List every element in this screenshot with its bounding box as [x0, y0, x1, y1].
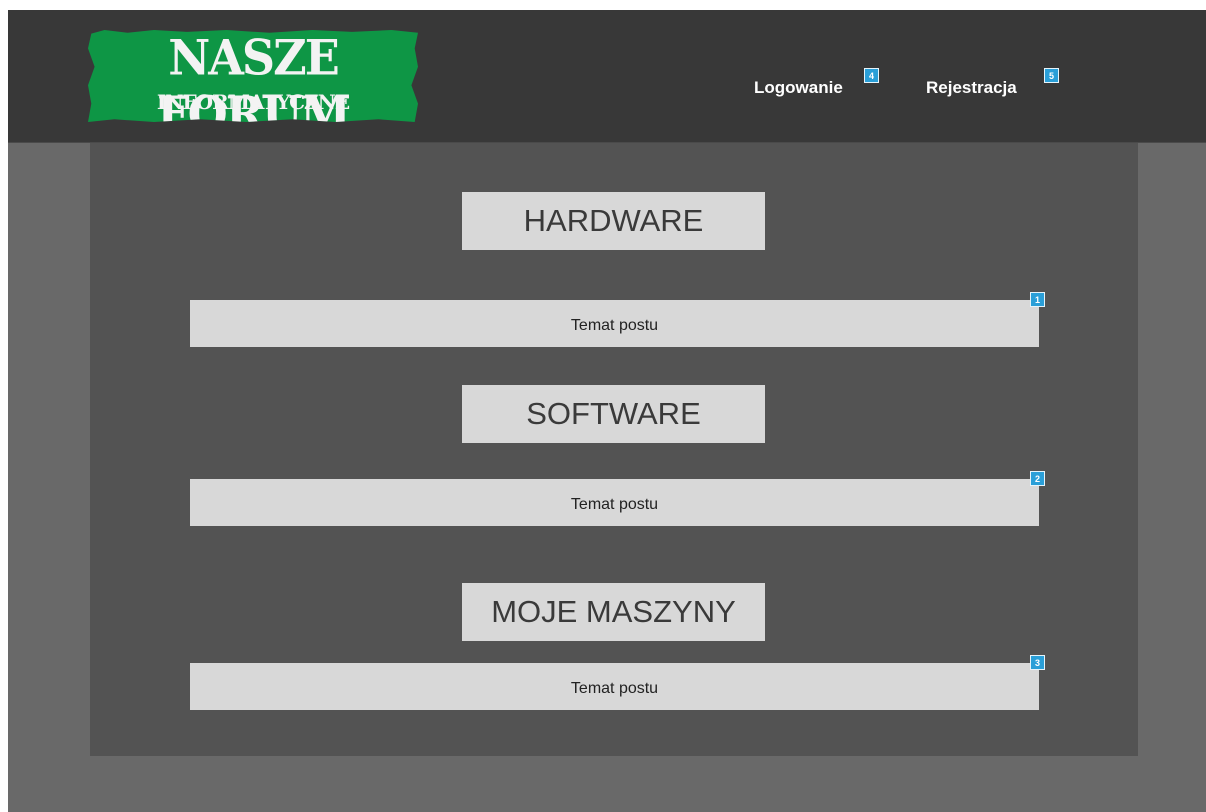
- page-frame: NASZE FORUM INFORMATYCZNE Logowanie 4 Re…: [8, 10, 1206, 812]
- post-topic-moje-maszyny[interactable]: Temat postu: [190, 663, 1039, 710]
- register-badge: 5: [1044, 68, 1059, 83]
- logo-subtitle: INFORMATYCZNE: [156, 90, 350, 114]
- post-badge-software: 2: [1030, 471, 1045, 486]
- category-software[interactable]: SOFTWARE: [462, 385, 765, 443]
- category-moje-maszyny[interactable]: MOJE MASZYNY: [462, 583, 765, 641]
- post-badge-hardware: 1: [1030, 292, 1045, 307]
- site-header: NASZE FORUM INFORMATYCZNE Logowanie 4 Re…: [8, 10, 1206, 143]
- post-topic-hardware[interactable]: Temat postu: [190, 300, 1039, 347]
- login-badge: 4: [864, 68, 879, 83]
- register-link[interactable]: Rejestracja: [926, 78, 1017, 98]
- login-link[interactable]: Logowanie: [754, 78, 843, 98]
- logo-title: NASZE FORUM: [157, 29, 351, 143]
- category-hardware[interactable]: HARDWARE: [462, 192, 765, 250]
- post-topic-software[interactable]: Temat postu: [190, 479, 1039, 526]
- content-area: HARDWARE Temat postu 1 SOFTWARE Temat po…: [90, 143, 1138, 756]
- post-badge-moje-maszyny: 3: [1030, 655, 1045, 670]
- site-logo[interactable]: NASZE FORUM INFORMATYCZNE: [88, 30, 418, 122]
